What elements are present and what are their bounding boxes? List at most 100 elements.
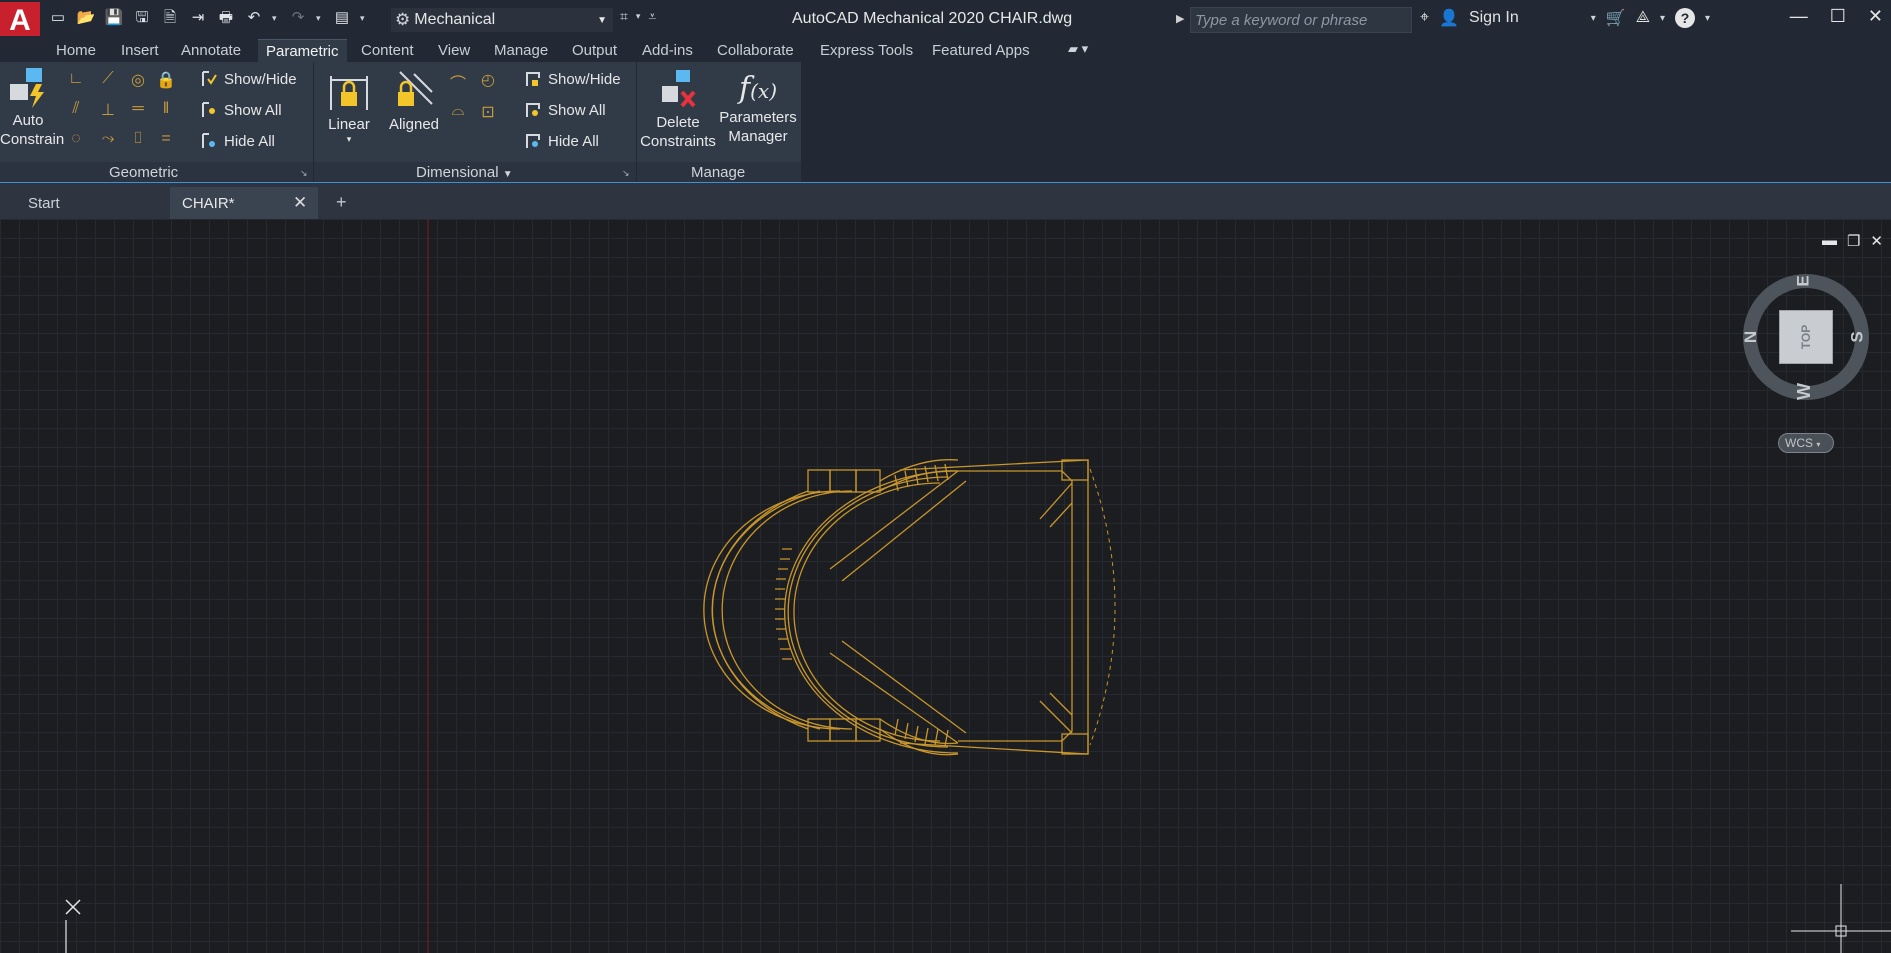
viewcube-face-label: TOP <box>1799 324 1813 350</box>
doc-tab-start[interactable]: Start <box>16 187 166 219</box>
geometric-hide-all-button[interactable]: Hide All <box>200 132 275 150</box>
perpendicular-constraint-icon[interactable]: ⊥ <box>98 100 118 120</box>
compass-south[interactable]: S <box>1848 331 1868 342</box>
search-expand-icon[interactable]: ▶ <box>1176 12 1184 25</box>
chair-geometry <box>703 459 1089 756</box>
workspace-switch-icon[interactable]: ▤ <box>332 8 352 28</box>
tab-add-ins[interactable]: Add-ins <box>634 39 701 62</box>
cart-icon[interactable]: 🛒 <box>1606 8 1626 28</box>
geometric-panel-label[interactable]: Geometric <box>109 164 178 181</box>
tab-express-tools[interactable]: Express Tools <box>812 39 921 62</box>
dimensional-show-all-button[interactable]: Show All <box>524 101 606 119</box>
tab-view[interactable]: View <box>430 39 478 62</box>
tab-featured-apps[interactable]: Featured Apps <box>924 39 1038 62</box>
dimensional-hide-all-button[interactable]: Hide All <box>524 132 599 150</box>
tab-insert[interactable]: Insert <box>113 39 167 62</box>
panel-separator <box>313 62 314 182</box>
maximize-icon[interactable]: ☐ <box>1830 6 1846 27</box>
help-icon[interactable]: ? <box>1675 8 1696 28</box>
panel-launcher-icon[interactable]: ↘ <box>622 168 630 179</box>
redo-icon[interactable]: ↷ <box>288 8 308 28</box>
tangent-constraint-icon[interactable]: ◌ <box>66 130 86 148</box>
undo-dropdown-icon[interactable]: ▾ <box>272 13 280 24</box>
angular-constraint-icon[interactable]: ⌒ <box>448 70 468 94</box>
match-dropdown-icon[interactable]: ▾ <box>636 11 641 22</box>
undo-icon[interactable]: ↶ <box>244 8 264 28</box>
import-icon[interactable]: ⇥ <box>188 8 208 28</box>
sign-in-button[interactable]: Sign In <box>1469 9 1519 27</box>
search-input[interactable]: Type a keyword or phrase <box>1190 7 1412 33</box>
new-tab-icon[interactable]: + <box>336 192 347 213</box>
diameter-constraint-icon[interactable]: ⌓ <box>448 102 468 120</box>
linear-dropdown-icon[interactable]: ▾ <box>326 134 372 144</box>
panel-launcher-icon[interactable]: ↘ <box>300 168 308 179</box>
smooth-constraint-icon[interactable]: ⤳ <box>98 130 118 148</box>
parameters-manager-button[interactable]: f(x) Parameters Manager <box>716 66 800 146</box>
tab-output[interactable]: Output <box>564 39 625 62</box>
wcs-menu[interactable]: WCS ▾ <box>1778 433 1834 453</box>
match-properties-icon[interactable]: ⌗ <box>620 8 628 25</box>
binoculars-icon[interactable]: ⌖ <box>1420 9 1429 27</box>
compass-west[interactable]: W <box>1794 383 1815 400</box>
workspace-switch-dropdown-icon[interactable]: ▾ <box>360 13 368 24</box>
tab-collaborate[interactable]: Collaborate <box>709 39 802 62</box>
ribbon-minimize-icon[interactable]: ▰ ▾ <box>1068 41 1088 57</box>
hide-all-label: Hide All <box>548 132 599 150</box>
save-as-icon[interactable]: 🖫 <box>132 8 152 28</box>
close-tab-icon[interactable]: ✕ <box>293 193 307 213</box>
close-icon[interactable]: ✕ <box>1868 6 1883 27</box>
chair-drawing <box>427 219 1116 953</box>
dimensional-panel-label[interactable]: Dimensional ▼ <box>416 164 513 181</box>
dimensional-show-hide-button[interactable]: Show/Hide <box>524 70 621 88</box>
delete-constraints-button[interactable]: Delete Constraints <box>636 66 720 151</box>
tab-annotate[interactable]: Annotate <box>173 39 249 62</box>
chevron-down-icon: ▼ <box>597 14 607 26</box>
redo-dropdown-icon[interactable]: ▾ <box>316 13 324 24</box>
help-dropdown-icon[interactable]: ▾ <box>1705 13 1710 24</box>
new-file-icon[interactable]: ▭ <box>48 8 68 28</box>
horizontal-constraint-icon[interactable]: ═ <box>128 100 148 118</box>
coincident-constraint-icon[interactable]: ∟ <box>66 70 86 88</box>
viewport-close-icon[interactable]: ✕ <box>1870 232 1883 250</box>
viewport-restore-icon[interactable]: ❐ <box>1847 232 1860 250</box>
radial-constraint-icon[interactable]: ◴ <box>478 70 498 90</box>
geometric-show-hide-button[interactable]: Show/Hide <box>200 70 297 88</box>
linear-button[interactable]: Linear ▾ <box>326 70 372 144</box>
symmetric-constraint-icon[interactable]: ⌷ <box>128 130 148 148</box>
aligned-button[interactable]: Aligned <box>386 66 442 134</box>
workspace-selector[interactable]: ⚙ Mechanical ▼ <box>391 8 613 32</box>
save-icon[interactable]: 💾 <box>104 8 124 28</box>
equal-constraint-icon[interactable]: = <box>156 130 176 148</box>
tab-content[interactable]: Content <box>353 39 422 62</box>
auto-constrain-button[interactable]: Auto Constrain <box>0 66 64 149</box>
vertical-constraint-icon[interactable]: ‖ <box>156 100 176 118</box>
open-from-web-icon[interactable]: 🗎 <box>160 8 180 28</box>
convert-constraint-icon[interactable]: ⊡ <box>478 102 498 122</box>
parallel-constraint-icon[interactable]: ⫽ <box>66 100 86 118</box>
compass-north[interactable]: N <box>1741 331 1761 343</box>
manage-panel-label: Manage <box>691 164 746 181</box>
viewcube-top-face[interactable]: TOP <box>1779 310 1833 364</box>
open-folder-icon[interactable]: 📂 <box>76 8 96 28</box>
autodesk-app-icon[interactable]: ⟁ <box>1636 9 1650 27</box>
tab-home[interactable]: Home <box>48 39 104 62</box>
function-icon: f(x) <box>739 71 777 106</box>
tab-parametric[interactable]: Parametric <box>258 39 347 62</box>
app-dropdown-icon[interactable]: ▾ <box>1660 13 1665 24</box>
window-controls: — ☐ ✕ <box>1790 6 1883 27</box>
customize-qat-icon[interactable]: ⩡ <box>648 8 656 25</box>
fix-constraint-icon[interactable]: 🔒 <box>156 70 176 90</box>
concentric-constraint-icon[interactable]: ◎ <box>128 70 148 90</box>
drawing-canvas[interactable] <box>0 219 1891 953</box>
crosshair-cursor-icon <box>1791 884 1891 953</box>
compass-east[interactable]: E <box>1794 275 1814 286</box>
viewport-minimize-icon[interactable]: ▬ <box>1822 232 1837 250</box>
viewcube[interactable]: TOP N S E W <box>1740 271 1872 403</box>
plot-icon[interactable]: 🖶 <box>216 8 236 28</box>
delete-constraints-icon <box>662 70 696 108</box>
sign-in-dropdown-icon[interactable]: ▾ <box>1591 13 1596 24</box>
geometric-show-all-button[interactable]: Show All <box>200 101 282 119</box>
minimize-icon[interactable]: — <box>1790 6 1808 27</box>
tab-manage[interactable]: Manage <box>486 39 556 62</box>
collinear-constraint-icon[interactable]: ⟋ <box>98 70 118 88</box>
